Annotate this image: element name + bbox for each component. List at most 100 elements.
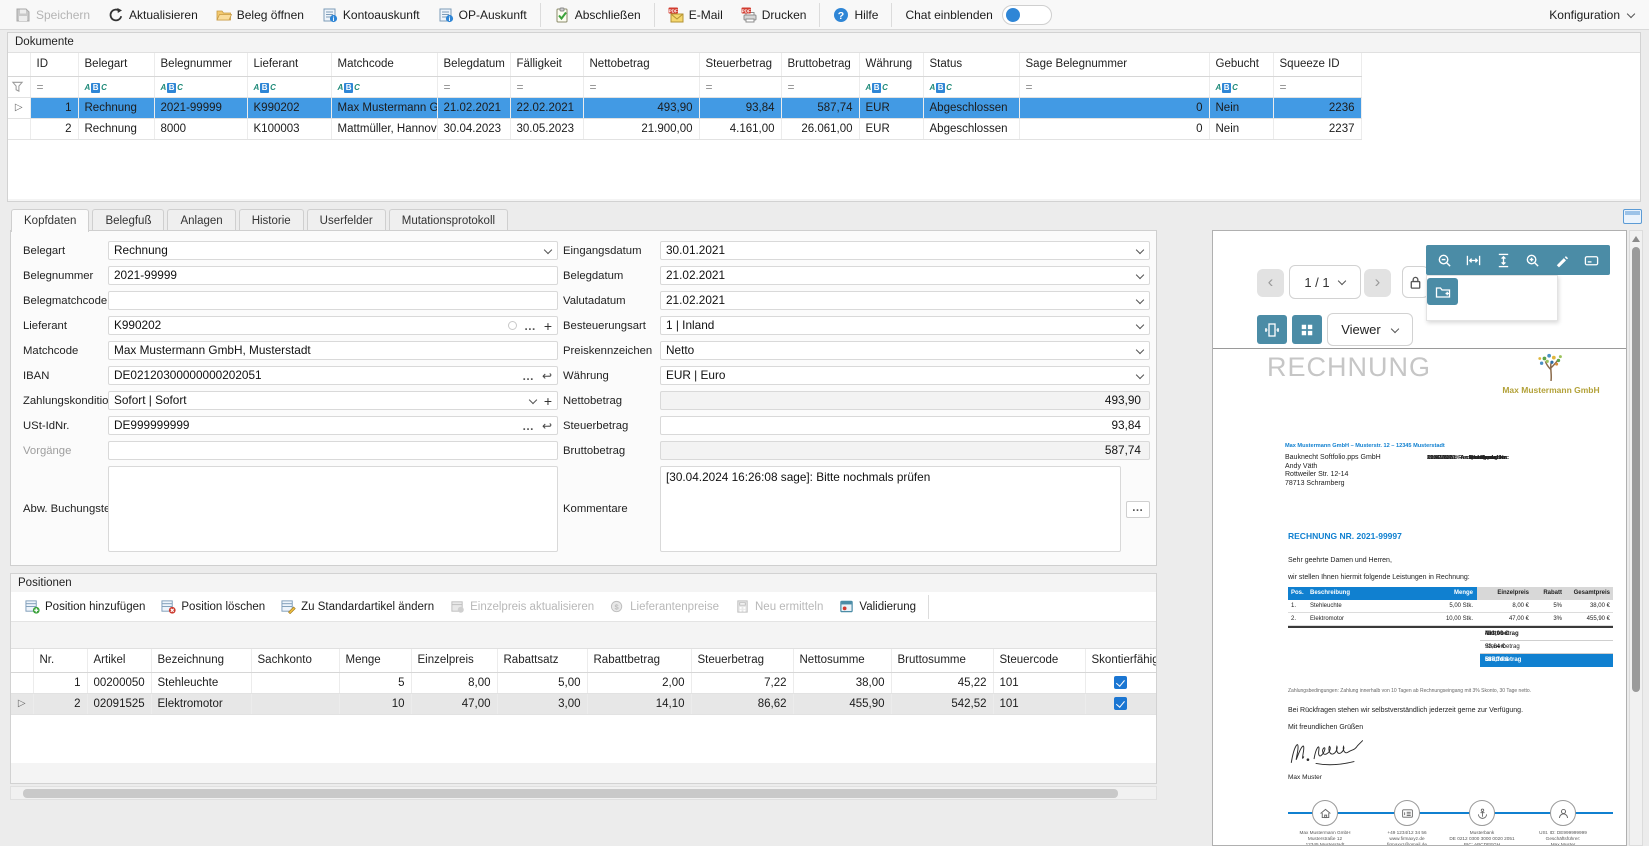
steuerbetrag-input[interactable]: 93,84 [660,416,1150,435]
nettobetrag-input[interactable]: 493,90 [660,391,1150,410]
iban-input[interactable]: DE02120300000000202051 …↩ [108,366,558,385]
save-button[interactable]: Speichern [6,4,99,26]
column-header[interactable]: Belegnummer [154,53,247,76]
page-indicator-dropdown[interactable]: 1 / 1 [1289,265,1361,299]
validation-button[interactable]: Validierung [831,596,924,617]
column-header[interactable]: Bezeichnung [151,649,251,672]
delete-position-button[interactable]: Position löschen [153,596,273,617]
bruttobetrag-input[interactable]: 587,74 [660,441,1150,460]
valutadatum-datepicker[interactable]: 21.02.2021 [660,291,1150,310]
table-row[interactable]: ▷ 2 02091525 Elektromotor 10 47,00 3,00 … [11,693,1156,714]
chevron-down-icon[interactable] [1136,272,1144,280]
row-expander-icon[interactable]: ▷ [11,693,33,714]
column-header[interactable]: Belegart [78,53,154,76]
lieferant-input[interactable]: K990202 …+ [108,316,558,335]
column-header[interactable]: Rabattsatz [497,649,587,672]
equals-filter-icon[interactable]: = [30,76,78,97]
chat-toggle-switch[interactable] [1002,5,1052,25]
belegmatchcode-input[interactable] [108,291,558,310]
zahlungskondition-select[interactable]: Sofort | Sofort + [108,391,558,410]
ellipsis-button[interactable]: … [524,321,537,331]
tab-mutationsprotokoll[interactable]: Mutationsprotokoll [389,209,508,230]
email-button[interactable]: PDF E-Mail [659,4,732,26]
fit-page-button[interactable] [1257,315,1287,344]
ustidnr-input[interactable]: DE999999999 …↩ [108,416,558,435]
equals-filter-icon[interactable]: = [510,76,583,97]
scrollbar-thumb[interactable] [23,789,1118,798]
column-header[interactable]: Status [923,53,1019,76]
column-header[interactable]: Squeeze ID [1273,53,1361,76]
column-header[interactable]: Nettobetrag [583,53,699,76]
belegdatum-datepicker[interactable]: 21.02.2021 [660,266,1150,285]
kommentare-textarea[interactable]: [30.04.2024 16:26:08 sage]: Bitte nochma… [660,466,1121,552]
lock-button[interactable] [1402,266,1429,298]
print-button[interactable]: PDF Drucken [732,4,816,26]
restore-window-icon[interactable] [1623,209,1642,224]
column-header[interactable]: Steuercode [993,649,1085,672]
viewer-mode-dropdown[interactable]: Viewer [1327,313,1413,346]
equals-filter-icon[interactable]: = [1273,76,1361,97]
ellipsis-button[interactable]: … [522,421,535,431]
scroll-up-arrow[interactable] [1632,236,1640,242]
column-header[interactable]: Rabattbetrag [587,649,691,672]
equals-filter-icon[interactable]: = [699,76,781,97]
annotate-pen-icon[interactable] [1554,253,1569,268]
search-icon[interactable] [508,321,517,330]
table-row[interactable]: 1 00200050 Stehleuchte 5 8,00 5,00 2,00 … [11,672,1156,693]
chevron-down-icon[interactable] [1136,247,1144,255]
konfiguration-menu[interactable]: Konfiguration [1549,8,1639,22]
add-icon[interactable]: + [544,394,552,408]
preiskennzeichen-select[interactable]: Netto [660,341,1150,360]
chevron-down-icon[interactable] [544,247,552,255]
scrollbar-thumb[interactable] [1632,247,1640,692]
belegart-select[interactable]: Rechnung [108,241,558,260]
kommentare-ellipsis-button[interactable]: … [1126,501,1150,518]
viewer-vertical-scrollbar[interactable] [1629,230,1643,846]
stamp-card-icon[interactable] [1584,253,1599,268]
equals-filter-icon[interactable]: = [1019,76,1209,97]
chevron-down-icon[interactable] [1136,347,1144,355]
text-filter-icon[interactable]: ABC [154,76,247,97]
text-filter-icon[interactable]: ABC [1209,76,1273,97]
fit-width-icon[interactable] [1466,253,1481,268]
tab-historie[interactable]: Historie [239,209,304,230]
chevron-down-icon[interactable] [1136,297,1144,305]
account-statement-button[interactable]: i Kontoauskunft [313,4,429,26]
tab-belegfuss[interactable]: Belegfuß [92,209,164,230]
column-header[interactable]: Nettosumme [793,649,891,672]
column-header[interactable]: Nr. [33,649,87,672]
supplier-prices-button[interactable]: $ Lieferantenpreise [602,596,727,617]
column-header[interactable]: Belegdatum [437,53,510,76]
archive-folder-button[interactable] [1427,278,1458,305]
text-filter-icon[interactable]: ABC [331,76,437,97]
recalculate-button[interactable]: Neu ermitteln [727,596,831,617]
column-header[interactable]: Menge [339,649,411,672]
column-header[interactable]: Steuerbetrag [691,649,793,672]
column-header[interactable]: Gebucht [1209,53,1273,76]
open-document-button[interactable]: Beleg öffnen [207,4,313,26]
filter-funnel-icon[interactable] [8,76,30,97]
table-row[interactable]: ▷ 1 Rechnung 2021-99999 K990202 Max Must… [8,97,1361,118]
undo-icon[interactable]: ↩ [542,418,552,434]
besteuerungsart-select[interactable]: 1 | Inland [660,316,1150,335]
column-header[interactable]: Lieferant [247,53,331,76]
tab-userfelder[interactable]: Userfelder [307,209,386,230]
help-button[interactable]: ? Hilfe [824,4,887,26]
column-header[interactable]: Bruttosumme [891,649,993,672]
update-unit-price-button[interactable]: Einzelpreis aktualisieren [442,596,602,617]
column-header[interactable]: Währung [859,53,923,76]
chevron-down-icon[interactable] [1136,372,1144,380]
zoom-in-icon[interactable] [1525,253,1540,268]
eingangsdatum-datepicker[interactable]: 30.01.2021 [660,241,1150,260]
previous-page-button[interactable]: ‹ [1257,269,1284,297]
tab-anlagen[interactable]: Anlagen [167,209,235,230]
text-filter-icon[interactable]: ABC [859,76,923,97]
equals-filter-icon[interactable]: = [781,76,859,97]
to-standard-article-button[interactable]: Zu Standardartikel ändern [273,596,442,617]
column-header[interactable]: Artikel [87,649,151,672]
fit-height-icon[interactable] [1496,253,1511,268]
column-header[interactable]: Sachkonto [251,649,339,672]
abw-buchungstext-textarea[interactable] [108,466,558,552]
zoom-out-icon[interactable] [1437,253,1452,268]
column-header[interactable]: Sage Belegnummer [1019,53,1209,76]
